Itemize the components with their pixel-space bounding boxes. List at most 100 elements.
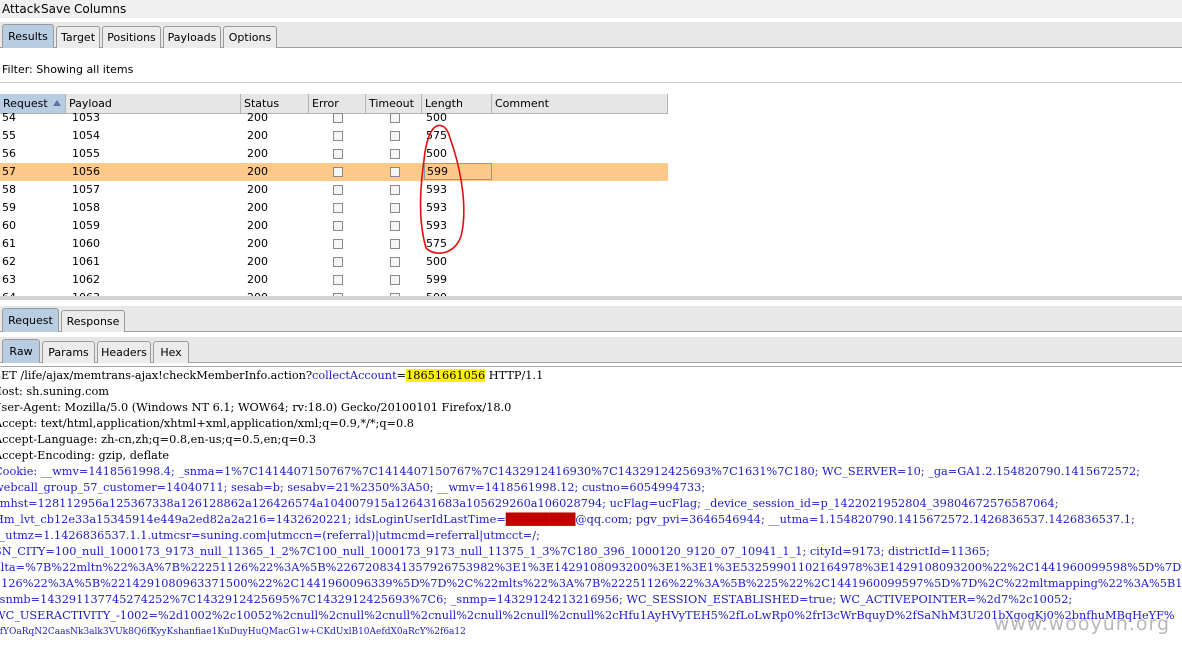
header-line: Accept-Encoding: gzip, deflate [0, 449, 170, 462]
tab-request[interactable]: Request [2, 308, 59, 332]
error-checkbox[interactable] [333, 203, 343, 213]
cell-payload: 1056 [72, 165, 100, 178]
cookie-line: Cookie: __wmv=1418561998.4; _snma=1%7C14… [0, 465, 1140, 478]
cell-request: 54 [2, 111, 16, 124]
tab-positions[interactable]: Positions [102, 26, 161, 48]
cookie-line: webcall_group_57_customer=14040711; sesa… [0, 481, 706, 494]
header-line: Accept-Language: zh-cn,zh;q=0.8,en-us;q=… [0, 433, 317, 446]
cell-request: 56 [2, 147, 16, 160]
header-line: Host: sh.suning.com [0, 385, 109, 398]
cell-status: 200 [247, 273, 268, 286]
tab-target[interactable]: Target [56, 26, 100, 48]
cell-request: 55 [2, 129, 16, 142]
cell-status: 200 [247, 183, 268, 196]
filter-text[interactable]: Filter: Showing all items [2, 63, 133, 76]
cell-request: 59 [2, 201, 16, 214]
error-checkbox[interactable] [333, 131, 343, 141]
cell-status: 200 [247, 111, 268, 124]
cookie-line: SN_CITY=100_null_1000173_9173_null_11365… [0, 545, 990, 558]
top-tab-row: Results Target Positions Payloads Option… [0, 22, 1182, 48]
tab-response[interactable]: Response [61, 310, 125, 332]
cell-request: 63 [2, 273, 16, 286]
cell-payload: 1061 [72, 255, 100, 268]
cell-length: 500 [424, 289, 494, 296]
error-checkbox[interactable] [333, 185, 343, 195]
cell-payload: 1053 [72, 111, 100, 124]
tab-options[interactable]: Options [223, 26, 277, 48]
redacted-email: ████████ [505, 513, 576, 526]
watermark: www.wooyun.org [993, 613, 1170, 635]
timeout-checkbox[interactable] [390, 275, 400, 285]
cell-status: 200 [247, 255, 268, 268]
table-row[interactable]: 60 1059 200 593 [0, 217, 668, 235]
filter-bar[interactable]: Filter: Showing all items [0, 58, 1182, 83]
cell-status: 200 [247, 129, 268, 142]
cookie-line: __utmz=1.1426836537.1.1.utmcsr=suning.co… [0, 529, 540, 542]
timeout-checkbox[interactable] [390, 239, 400, 249]
cell-status: 200 [247, 201, 268, 214]
error-checkbox[interactable] [333, 275, 343, 285]
timeout-checkbox[interactable] [390, 149, 400, 159]
timeout-checkbox[interactable] [390, 167, 400, 177]
cell-status: 200 [247, 237, 268, 250]
header-line: User-Agent: Mozilla/5.0 (Windows NT 6.1;… [0, 401, 512, 414]
error-checkbox[interactable] [333, 239, 343, 249]
cell-request: 61 [2, 237, 16, 250]
table-row[interactable]: 56 1055 200 500 [0, 145, 668, 163]
cookie-line: 1126%22%3A%5B%2214291080963371500%22%2C1… [0, 577, 1182, 590]
error-checkbox[interactable] [333, 257, 343, 267]
tab-raw[interactable]: Raw [2, 339, 40, 363]
table-body: 54 1053 200 500 55 1054 200 575 56 1055 200 500 57 10… [0, 90, 668, 296]
cell-request: 57 [2, 165, 16, 178]
cell-length: 599 [426, 273, 447, 286]
menu-save[interactable]: Save [41, 2, 70, 16]
request-tab-row: Request Response [0, 306, 1182, 332]
timeout-checkbox[interactable] [390, 185, 400, 195]
timeout-checkbox[interactable] [390, 131, 400, 141]
cell-payload: 1062 [72, 273, 100, 286]
cell-request: 64 [0, 289, 68, 296]
error-checkbox[interactable] [333, 167, 343, 177]
tab-results[interactable]: Results [2, 24, 54, 48]
cell-payload: 1063 [70, 289, 242, 296]
cell-request: 60 [2, 219, 16, 232]
cell-status: 200 [247, 165, 268, 178]
table-row[interactable]: 63 1062 200 599 [0, 271, 668, 289]
table-row[interactable]: 57 1056 200 599 [0, 163, 668, 181]
phone-number-highlight: 18651661056 [406, 369, 486, 382]
tab-payloads[interactable]: Payloads [163, 26, 221, 48]
table-scrollbar[interactable] [0, 296, 1182, 300]
timeout-checkbox[interactable] [390, 221, 400, 231]
error-checkbox[interactable] [333, 149, 343, 159]
cell-payload: 1055 [72, 147, 100, 160]
request-line: GET /life/ajax/memtrans-ajax!checkMember… [0, 369, 544, 382]
table-row[interactable]: 58 1057 200 593 [0, 181, 668, 199]
red-annotation-icon [419, 124, 465, 254]
cell-request: 62 [2, 255, 16, 268]
tab-params[interactable]: Params [42, 341, 95, 363]
table-row[interactable]: 54 1053 200 500 [0, 109, 668, 127]
timeout-checkbox[interactable] [390, 203, 400, 213]
table-row[interactable]: 641063200 500 [0, 289, 668, 296]
cell-payload: 1058 [72, 201, 100, 214]
cell-request: 58 [2, 183, 16, 196]
error-checkbox[interactable] [333, 221, 343, 231]
timeout-checkbox[interactable] [390, 257, 400, 267]
table-row[interactable]: 55 1054 200 575 [0, 127, 668, 145]
cell-status: 200 [247, 219, 268, 232]
error-checkbox[interactable] [333, 113, 343, 123]
cookie-line: _snmb=143291137745274252%7C1432912425695… [0, 593, 1073, 606]
table-row[interactable]: 59 1058 200 593 [0, 199, 668, 217]
raw-request-editor[interactable]: GET /life/ajax/memtrans-ajax!checkMember… [0, 366, 1182, 652]
cookie-line: alta=%7B%22mltn%22%3A%7B%22251126%22%3A%… [0, 561, 1182, 574]
menu-bar: Attack Save Columns [0, 0, 1182, 18]
table-row[interactable]: 62 1061 200 500 [0, 253, 668, 271]
menu-attack[interactable]: Attack [2, 2, 40, 16]
menu-columns[interactable]: Columns [74, 2, 126, 16]
table-row[interactable]: 61 1060 200 575 [0, 235, 668, 253]
timeout-checkbox[interactable] [390, 113, 400, 123]
cell-payload: 1057 [72, 183, 100, 196]
tab-headers[interactable]: Headers [97, 341, 151, 363]
cell-status: 200 [245, 289, 311, 296]
tab-hex[interactable]: Hex [153, 341, 189, 363]
